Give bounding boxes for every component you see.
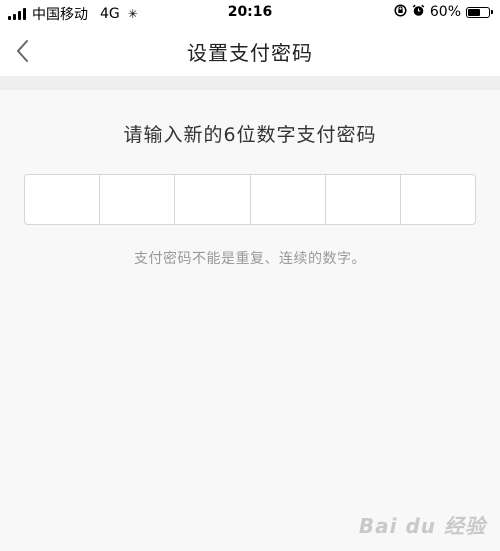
status-right: 60% — [394, 4, 493, 20]
password-rule-hint: 支付密码不能是重复、连续的数字。 — [134, 251, 366, 267]
payment-password-screen: 中国移动 4G ✳ 20:16 60% 设置支付密码 请输入新的6位数字支付密码… — [0, 0, 500, 551]
alarm-icon — [412, 4, 425, 20]
password-prompt: 请输入新的6位数字支付密码 — [123, 124, 377, 146]
pin-input-group[interactable] — [24, 174, 476, 225]
status-bar: 中国移动 4G ✳ 20:16 60% — [0, 0, 500, 26]
battery-level-fill — [468, 8, 480, 16]
pin-digit-4[interactable] — [251, 175, 326, 224]
battery-icon — [466, 6, 493, 18]
battery-percent: 60% — [429, 4, 461, 20]
rotation-lock-icon — [394, 4, 407, 20]
page-title: 设置支付密码 — [187, 41, 313, 65]
pin-digit-1[interactable] — [25, 175, 101, 224]
pin-digit-5[interactable] — [326, 175, 401, 224]
pin-digit-6[interactable] — [401, 175, 475, 224]
navigation-bar: 设置支付密码 — [0, 26, 500, 76]
pin-digit-2[interactable] — [100, 175, 176, 224]
section-divider — [0, 76, 500, 90]
watermark: Bai du 经验 — [358, 514, 486, 538]
main-content: 请输入新的6位数字支付密码 支付密码不能是重复、连续的数字。 Bai du 经验 — [0, 90, 500, 551]
pin-digit-3[interactable] — [175, 175, 251, 224]
